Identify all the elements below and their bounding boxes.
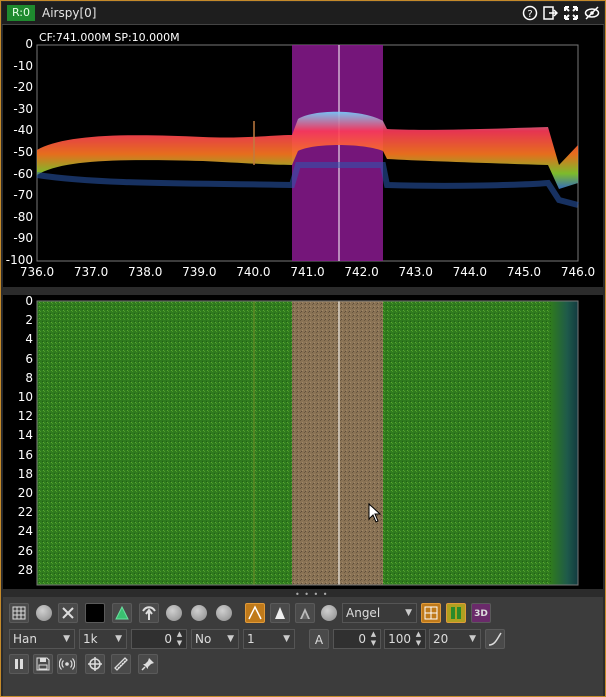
averaging-mode-select[interactable]: No ▼ [191,629,239,649]
palette-value: Angel [346,606,381,620]
spectrum-y-tick: -70 [13,188,33,203]
spectrum-y-tick: -50 [13,145,33,159]
spectrum-x-tick: 737.0 [73,265,109,279]
peak-decay-dial[interactable] [166,605,182,621]
linear-scale-button[interactable] [485,629,505,649]
reference-level-value: 0 [358,632,366,646]
spectrum-y-tick: -10 [13,58,33,73]
waterfall-y-tick: 28 [17,562,33,577]
waterfall-y-tick: 24 [17,524,33,539]
waterfall-y-tick: 12 [17,409,33,424]
fft-size-select[interactable]: 1k ▼ [79,629,127,649]
help-icon[interactable]: ? [522,5,538,21]
spectrum-plot [36,44,579,262]
spectrum-y-tick: -80 [13,209,33,224]
spectrum-x-tick: 741.0 [290,265,325,279]
mouse-pointer-icon [368,503,382,523]
hold-dial[interactable] [216,605,232,621]
maximize-icon[interactable] [563,5,579,21]
averaging-mode-value: No [195,632,212,646]
spectrum-controls: Angel ▼ 3D Han ▼ 1k ▼ 0 ▲ ▼ No ▼ 1 ▼ A 0 ▲ ▼ 100 ▲ [3,597,603,696]
fft-window-value: Han [13,632,37,646]
fft-overlap-spinbox[interactable]: 0 ▲ ▼ [131,629,187,649]
spectrum-waterfall-layout-button[interactable] [421,603,441,623]
spectrum-x-tick: 738.0 [128,265,163,279]
waterfall-y-tick: 22 [17,505,33,520]
waterfall-y-tick: 18 [17,466,33,481]
averaging-value: 1 [247,632,255,646]
waterfall-y-tick: 2 [25,313,33,328]
ruler-icon[interactable] [111,654,131,674]
spectrum-y-tick: -30 [13,101,33,116]
current-trace-button[interactable] [270,603,290,623]
color-picker-button[interactable] [85,603,105,623]
averaging-value-select[interactable]: 1 ▼ [243,629,295,649]
broadcast-icon[interactable] [57,654,77,674]
device-name: Airspy[0] [42,6,97,20]
spectrum-x-tick: 742.0 [344,265,379,279]
waterfall-y-tick: 6 [25,351,33,366]
spectrum-x-tick: 745.0 [506,265,542,279]
spectrum-x-tick: 744.0 [452,265,487,279]
spectrum-x-tick: 739.0 [182,265,217,279]
clear-spectrum-button[interactable] [58,603,78,623]
fps-value: 20 [433,632,449,646]
marker-pin-icon[interactable] [138,654,158,674]
fft-overlap-value: 0 [164,632,172,646]
panel-splitter[interactable]: • • • • [3,589,603,599]
spectrum-x-tick: 740.0 [236,265,271,279]
peak-hold-button[interactable] [139,603,159,623]
spectrum-y-tick: -60 [13,166,33,181]
waterfall-y-tick: 0 [25,294,33,308]
grid-intensity-dial[interactable] [36,605,52,621]
waterfall-y-tick: 26 [17,543,33,558]
hide-icon[interactable] [584,5,600,21]
frequency-readout: CF:741.000M SP:10.000M [39,31,180,44]
spectrum-x-tick: 743.0 [398,265,433,279]
histogram-intensity-dial[interactable] [321,605,337,621]
spectrum-y-tick: 0 [25,37,33,51]
crosshair-icon[interactable] [85,654,105,674]
auto-scale-button[interactable]: A [309,629,329,649]
waterfall-y-tick: 20 [17,486,33,500]
waterfall-y-tick: 10 [17,390,33,404]
waterfall-y-tick: 16 [17,447,33,462]
waterfall-overlap-dial[interactable] [191,605,207,621]
spectrum-y-tick: -40 [13,123,33,138]
max-hold-button[interactable] [245,603,265,623]
export-icon[interactable] [542,5,559,21]
waterfall-y-tick: 4 [25,332,33,347]
spectrum-window: R:0 Airspy[0] ? CF:741.000M SP:10.000M 0… [0,0,606,697]
fps-select[interactable]: 20 ▼ [429,629,481,649]
channel-band[interactable] [292,45,383,261]
fft-window-select[interactable]: Han ▼ [9,629,75,649]
histogram-button[interactable] [295,603,315,623]
waterfall-y-tick: 8 [25,370,33,385]
waterfall-y-tick: 14 [17,428,33,443]
spectrum-y-tick: -20 [13,80,33,95]
reference-level-spinbox[interactable]: 0 ▲ ▼ [333,629,381,649]
freeze-button[interactable] [9,654,29,674]
fft-size-value: 1k [83,632,98,646]
palette-select[interactable]: Angel ▼ [342,603,417,623]
3d-spectrogram-button[interactable]: 3D [471,603,491,623]
spectrum-y-tick: -90 [13,231,33,246]
waterfall-toggle-button[interactable] [446,603,466,623]
waterfall-plot [36,300,579,586]
title-bar: R:0 Airspy[0] ? [2,2,604,25]
power-range-spinbox[interactable]: 100 ▲ ▼ [384,629,426,649]
waterfall-display[interactable]: 0 2 4 6 8 10 12 14 16 18 20 22 24 26 28 [3,294,603,591]
svg-text:?: ? [527,9,532,20]
save-icon[interactable] [33,654,53,674]
fill-toggle-button[interactable] [112,603,132,623]
spectrum-display[interactable]: CF:741.000M SP:10.000M 0 -10 -20 -30 -40 -50 -… [3,25,603,287]
power-range-value: 100 [388,632,411,646]
spectrum-x-tick: 736.0 [19,265,55,279]
grid-toggle-button[interactable] [9,603,29,623]
rx-index-badge[interactable]: R:0 [7,5,35,21]
spectrum-x-tick: 746.0 [560,265,596,279]
